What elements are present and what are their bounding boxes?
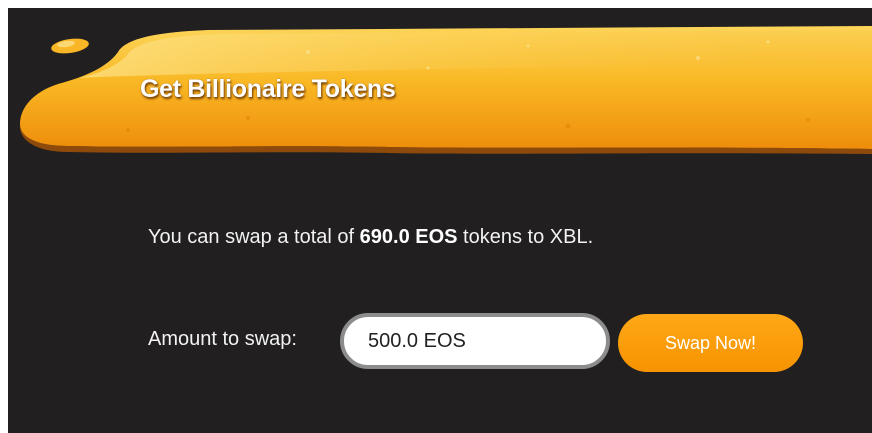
swap-now-button[interactable]: Swap Now!	[618, 314, 803, 372]
summary-suffix: tokens to XBL.	[457, 226, 594, 248]
amount-label: Amount to swap:	[148, 328, 297, 350]
summary-prefix: You can swap a total of	[148, 226, 360, 248]
paint-stroke-banner	[19, 26, 872, 154]
amount-input[interactable]	[340, 313, 610, 369]
page-title: Get Billionaire Tokens	[140, 75, 396, 103]
swap-panel: Get Billionaire Tokens You can swap a to…	[8, 8, 872, 433]
available-amount: 690.0 EOS	[359, 226, 458, 248]
swap-summary: You can swap a total of 690.0 EOS tokens…	[148, 226, 593, 249]
